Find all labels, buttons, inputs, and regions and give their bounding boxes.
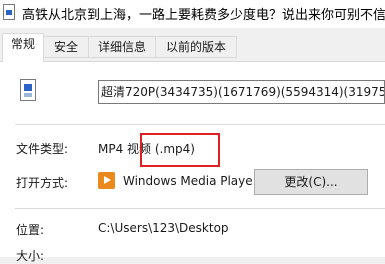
highlight-box xyxy=(140,133,220,167)
divider xyxy=(15,124,385,125)
tab-bar: 常规 安全 详细信息 以前的版本 xyxy=(0,28,385,62)
document-icon xyxy=(3,4,15,20)
tab-previous-versions[interactable]: 以前的版本 xyxy=(155,36,237,58)
divider xyxy=(15,208,385,209)
tab-general[interactable]: 常规 xyxy=(2,33,44,62)
video-file-icon xyxy=(20,79,36,101)
media-player-icon xyxy=(98,172,115,189)
title-bar: 高铁从北京到上海，一路上要耗费多少度电？说出来你可别不信！ xyxy=(0,0,385,28)
opens-with-label: 打开方式: xyxy=(16,176,69,190)
window-title: 高铁从北京到上海，一路上要耗费多少度电？说出来你可别不信！ xyxy=(22,8,385,23)
location-label: 位置: xyxy=(16,223,45,237)
tab-details[interactable]: 详细信息 xyxy=(88,36,156,58)
tab-security[interactable]: 安全 xyxy=(43,36,89,58)
file-name-field[interactable]: 超清720P(3434735)(1671769)(5594314)(319750… xyxy=(98,80,385,104)
opens-with-app: Windows Media Playe xyxy=(123,174,253,188)
file-type-label: 文件类型: xyxy=(16,142,69,156)
change-button[interactable]: 更改(C)... xyxy=(254,169,368,195)
location-value: C:\Users\123\Desktop xyxy=(98,221,229,235)
